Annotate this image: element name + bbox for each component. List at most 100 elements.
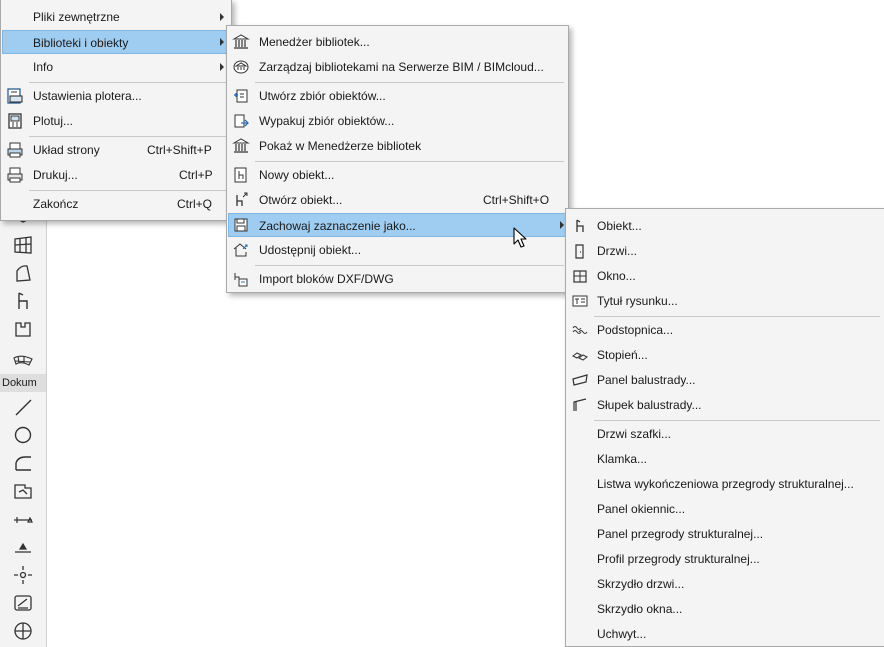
menu-item-save-window-sash[interactable]: Skrzydło okna...: [567, 597, 883, 621]
menu-item-label: Menedżer bibliotek...: [259, 35, 370, 49]
menu-item-new-object[interactable]: Nowy obiekt...: [228, 163, 567, 187]
menu-item-label: Okno...: [597, 269, 636, 283]
menu-item-save-drawing-title[interactable]: Tytuł rysunku...: [567, 289, 883, 313]
menu-item-open-object[interactable]: Otwórz obiekt... Ctrl+Shift+O: [228, 188, 567, 212]
menu-item-label: Wypakuj zbiór obiektów...: [259, 114, 395, 128]
menu-item-label: Stopień...: [597, 348, 648, 362]
shell-tool-icon[interactable]: [10, 260, 36, 286]
menu-item-label: Zachowaj zaznaczenie jako...: [259, 219, 416, 233]
menu-item-save-cw-profile[interactable]: Profil przegrody strukturalnej...: [567, 547, 883, 571]
menu-item-label: Import bloków DXF/DWG: [259, 272, 394, 286]
menu-item-label: Słupek balustrady...: [597, 398, 702, 412]
menu-item-label: Panel przegrody strukturalnej...: [597, 527, 764, 541]
menu-item-save-cabinet-door[interactable]: Drzwi szafki...: [567, 422, 883, 446]
menu-item-label: Nowy obiekt...: [259, 168, 335, 182]
menu-item-save-cw-panel[interactable]: Panel przegrody strukturalnej...: [567, 522, 883, 546]
text-label-tool-icon[interactable]: [10, 590, 36, 616]
line-tool-icon[interactable]: [10, 394, 36, 420]
menu-item-external-files[interactable]: Pliki zewnętrzne: [2, 5, 230, 29]
mouse-cursor-icon: [513, 227, 527, 248]
menu-item-save-riser[interactable]: Podstopnica...: [567, 318, 883, 342]
submenu-arrow-icon: [220, 38, 224, 46]
menu-item-save-door[interactable]: Drzwi...: [567, 239, 883, 263]
menu-item-label: Panel balustrady...: [597, 373, 696, 387]
circle-tool-icon[interactable]: [10, 422, 36, 448]
printer-icon: [6, 166, 24, 184]
menu-item-label: Plotuj...: [33, 114, 74, 128]
menu-item-show-in-library-manager[interactable]: Pokaż w Menedżerze bibliotek: [228, 134, 567, 158]
grid-element-tool-icon[interactable]: [10, 618, 36, 644]
menu-item-import-dxf-dwg[interactable]: Import bloków DXF/DWG: [228, 267, 567, 291]
menu-separator: [594, 420, 880, 421]
menu-item-label: Drukuj...: [33, 168, 78, 182]
bim-server-library-icon: [232, 58, 250, 76]
menu-item-plot[interactable]: Plotuj...: [2, 109, 230, 133]
menu-separator: [255, 161, 564, 162]
riser-icon: [571, 321, 589, 339]
menu-item-label: Podstopnica...: [597, 323, 674, 337]
show-in-library-manager-icon: [232, 137, 250, 155]
library-manager-icon: [232, 33, 250, 51]
menu-item-label: Otwórz obiekt...: [259, 193, 343, 207]
menu-item-label: Info: [33, 60, 54, 74]
menu-item-label: Pliki zewnętrzne: [33, 10, 120, 24]
menu-item-label: Profil przegrody strukturalnej...: [597, 552, 760, 566]
door-icon: [571, 242, 589, 260]
menu-item-manage-bim-libraries[interactable]: Zarządzaj bibliotekami na Serwerze BIM /…: [228, 55, 567, 79]
menu-item-label: Zakończ: [33, 197, 79, 211]
libraries-and-objects-submenu: Menedżer bibliotek... Zarządzaj bibliote…: [226, 25, 569, 293]
menu-item-shortcut: Ctrl+P: [179, 168, 213, 182]
save-selection-as-submenu: Obiekt... Drzwi... Okno... Tytuł rysunku…: [565, 208, 884, 647]
menu-item-label: Utwórz zbiór obiektów...: [259, 89, 386, 103]
menu-item-label: Klamka...: [597, 452, 648, 466]
menu-item-save-railing-panel[interactable]: Panel balustrady...: [567, 368, 883, 392]
menu-item-info[interactable]: Info: [2, 55, 230, 79]
menu-item-label: Skrzydło drzwi...: [597, 577, 685, 591]
menu-item-library-manager[interactable]: Menedżer bibliotek...: [228, 30, 567, 54]
menu-item-create-container[interactable]: Utwórz zbiór obiektów...: [228, 84, 567, 108]
menu-item-save-tread[interactable]: Stopień...: [567, 343, 883, 367]
menu-item-label: Uchwyt...: [597, 627, 647, 641]
documenting-section-label: Dokum: [0, 374, 46, 392]
extract-container-icon: [232, 112, 250, 130]
menu-item-shortcut: Ctrl+Q: [177, 197, 213, 211]
menu-item-save-object[interactable]: Obiekt...: [567, 214, 883, 238]
level-dimension-tool-icon[interactable]: [10, 534, 36, 560]
import-dxf-icon: [232, 270, 250, 288]
menu-item-label: Drzwi...: [597, 244, 637, 258]
curtain-wall-tool-icon[interactable]: [10, 232, 36, 258]
menu-item-save-door-handle[interactable]: Klamka...: [567, 447, 883, 471]
menu-item-print[interactable]: Drukuj... Ctrl+P: [2, 163, 230, 187]
menu-separator: [255, 82, 564, 83]
share-object-icon: [232, 241, 250, 259]
submenu-arrow-icon: [220, 63, 224, 71]
tread-icon: [571, 346, 589, 364]
menu-item-exit[interactable]: Zakończ Ctrl+Q: [2, 192, 230, 216]
create-container-icon: [232, 87, 250, 105]
drawing-tool-icon[interactable]: [10, 478, 36, 504]
object-tool-icon[interactable]: [10, 288, 36, 314]
polyline-tool-icon[interactable]: [10, 450, 36, 476]
menu-item-save-railing-post[interactable]: Słupek balustrady...: [567, 393, 883, 417]
menu-item-shortcut: Ctrl+Shift+O: [483, 193, 550, 207]
window-icon: [571, 267, 589, 285]
open-object-icon: [232, 191, 250, 209]
menu-item-shortcut: Ctrl+Shift+P: [147, 143, 212, 157]
menu-item-save-handle[interactable]: Uchwyt...: [567, 622, 883, 646]
menu-item-save-window[interactable]: Okno...: [567, 264, 883, 288]
menu-item-page-setup[interactable]: Układ strony Ctrl+Shift+P: [2, 138, 230, 162]
menu-item-libraries-and-objects[interactable]: Biblioteki i obiekty: [2, 30, 230, 54]
menu-item-extract-container[interactable]: Wypakuj zbiór obiektów...: [228, 109, 567, 133]
mesh-tool-icon[interactable]: [10, 344, 36, 370]
menu-item-save-door-leaf[interactable]: Skrzydło drzwi...: [567, 572, 883, 596]
menu-item-save-cw-trim[interactable]: Listwa wykończeniowa przegrody struktura…: [567, 472, 883, 496]
menu-item-save-shutter-panel[interactable]: Panel okiennic...: [567, 497, 883, 521]
menu-item-plotter-settings[interactable]: Ustawienia plotera...: [2, 84, 230, 108]
hotspot-tool-icon[interactable]: [10, 562, 36, 588]
page-setup-icon: [6, 141, 24, 159]
zone-tool-icon[interactable]: [10, 316, 36, 342]
menu-separator: [255, 265, 564, 266]
railing-post-icon: [571, 396, 589, 414]
menu-separator: [29, 136, 227, 137]
dimension-tool-icon[interactable]: [10, 506, 36, 532]
